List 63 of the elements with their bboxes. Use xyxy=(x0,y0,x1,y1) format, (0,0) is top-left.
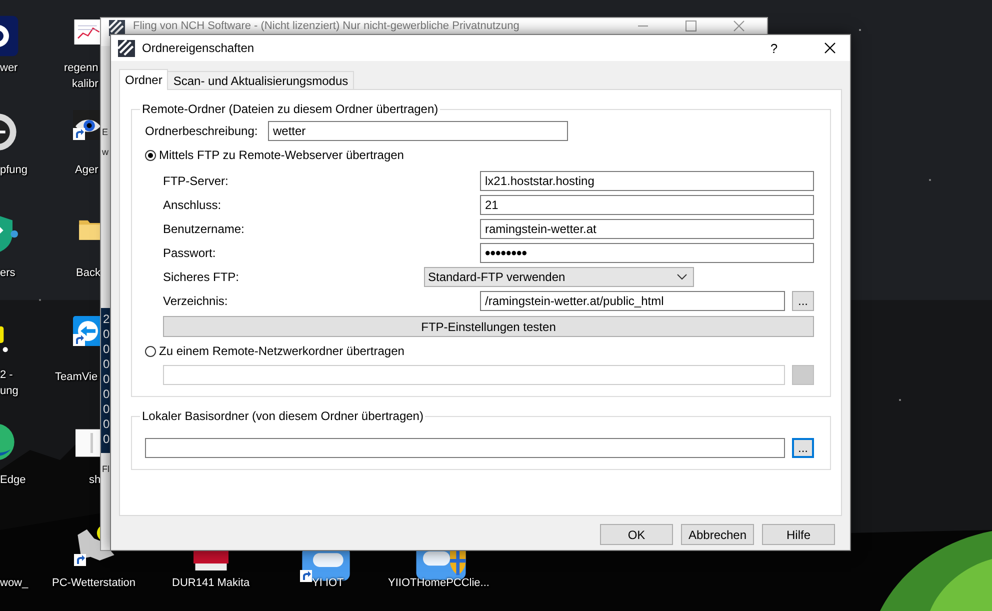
list-row-text: 0 xyxy=(103,417,111,432)
close-icon[interactable] xyxy=(733,20,745,32)
field-label: Benutzername: xyxy=(163,222,246,236)
radio-option[interactable]: Mittels FTP zu Remote-Webserver übertragen xyxy=(145,147,404,163)
browse-button[interactable]: ... xyxy=(792,438,814,458)
test-button[interactable]: FTP-Einstellungen testen xyxy=(163,316,814,337)
dialog-button[interactable]: Abbrechen xyxy=(681,524,754,545)
desktop-icon-label[interactable]: ung xyxy=(0,384,18,399)
list-row-text: 0 xyxy=(103,432,111,447)
desktop-icon-label[interactable]: YIIOTHomePCClie... xyxy=(388,576,490,591)
dialog-button[interactable]: OK xyxy=(600,524,673,545)
list-row-text: 0 xyxy=(103,372,111,387)
text-field[interactable]: /ramingstein-wetter.at/public_html xyxy=(480,291,785,311)
group-title: Lokaler Basisordner (von diesem Ordner übertragen) xyxy=(141,409,424,423)
window-title: Fling von NCH Software - (Nicht lizenziert) Nur nicht-gewerbliche Privatnutzung xyxy=(133,20,520,33)
dialog-title: Ordnereigenschaften xyxy=(142,41,256,55)
desktop-icon-label[interactable]: DUR141 Makita xyxy=(172,576,250,591)
field-label: Ordnerbeschreibung: xyxy=(145,124,259,138)
desktop-icon-label[interactable]: 2 - xyxy=(0,368,13,383)
group-title: Remote-Ordner (Dateien zu diesem Ordner übertragen) xyxy=(141,102,440,116)
text-fragment: Fl xyxy=(102,463,110,475)
maximize-icon[interactable] xyxy=(685,20,697,32)
text-field[interactable]: wetter xyxy=(268,121,568,141)
list-row-text: 2 xyxy=(103,312,111,327)
desktop-icon-label[interactable]: kalibr xyxy=(72,77,98,92)
desktop-icon-label[interactable]: sh xyxy=(89,473,101,488)
list-row-text: 0 xyxy=(103,387,111,402)
list-row-text: 0 xyxy=(103,402,111,417)
list-row-text: 0 xyxy=(103,327,111,342)
path-field[interactable] xyxy=(145,438,785,458)
close-icon xyxy=(824,42,836,54)
field-label: Verzeichnis: xyxy=(163,294,229,308)
desktop-icon-label[interactable]: Back xyxy=(76,266,100,281)
tab[interactable]: Ordner xyxy=(119,69,168,90)
text-field[interactable]: lx21.hoststar.hosting xyxy=(480,171,814,191)
tab[interactable]: Scan- und Aktualisierungsmodus xyxy=(168,71,354,89)
desktop-icon-label[interactable]: PC-Wetterstation xyxy=(52,576,136,591)
text-fragment: w xyxy=(102,146,108,158)
dialog-button[interactable]: Hilfe xyxy=(762,524,835,545)
desktop-icon-label[interactable]: TeamVie xyxy=(55,370,98,385)
list-row-text: 0 xyxy=(103,342,111,357)
desktop-icon-label[interactable]: wow_ xyxy=(0,576,28,591)
desktop-icon-label[interactable]: pfung xyxy=(0,163,28,178)
text-field[interactable]: 21 xyxy=(480,195,814,215)
help-button[interactable]: ? xyxy=(759,35,789,61)
desktop-icon-label[interactable]: regenn xyxy=(64,61,98,76)
select-dropdown[interactable]: Standard-FTP verwenden xyxy=(424,267,694,287)
desktop-icon-label[interactable]: wer xyxy=(0,61,18,76)
text-fragment: E xyxy=(102,126,108,138)
text-field[interactable]: ramingstein-wetter.at xyxy=(480,219,814,239)
app-logo-icon xyxy=(118,40,135,56)
radio-option[interactable]: Zu einem Remote-Netzwerkordner übertragen xyxy=(145,343,404,359)
list-row-text: 0 xyxy=(103,357,111,372)
field-label: Anschluss: xyxy=(163,198,222,212)
chevron-down-icon xyxy=(677,274,687,280)
desktop-icon-label[interactable]: ers xyxy=(0,266,16,281)
field-label: Sicheres FTP: xyxy=(163,270,240,284)
field-label: FTP-Server: xyxy=(163,174,230,188)
desktop-icon-label[interactable]: Edge xyxy=(0,473,26,488)
browse-button[interactable]: ... xyxy=(792,291,814,311)
desktop-icon-label[interactable]: Ager xyxy=(75,163,98,178)
field-label: Passwort: xyxy=(163,246,217,260)
password-field[interactable]: •••••••• xyxy=(480,243,814,263)
